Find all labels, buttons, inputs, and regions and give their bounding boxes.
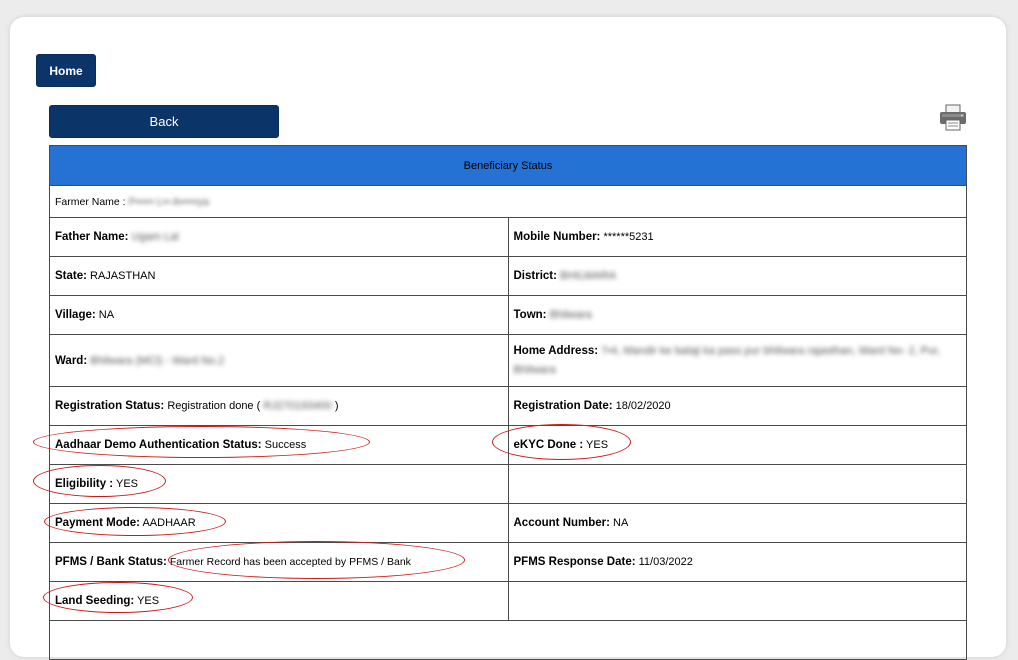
father-name-cell: Father Name: Ugam Lal bbox=[49, 217, 509, 257]
state-cell: State: RAJASTHAN bbox=[49, 256, 509, 296]
beneficiary-status-table: Beneficiary Status Farmer Name : P••••• … bbox=[49, 145, 967, 660]
registration-id-value: RJ270193400 bbox=[263, 400, 332, 412]
eligibility-label: Eligibility : bbox=[55, 478, 114, 490]
table-row: State: RAJASTHAN District: BHILWARA bbox=[49, 256, 967, 296]
table-row: Aadhaar Demo Authentication Status: Succ… bbox=[49, 425, 967, 465]
empty-cell bbox=[49, 620, 967, 660]
village-value: NA bbox=[98, 309, 115, 321]
ward-label: Ward: bbox=[55, 354, 88, 367]
payment-mode-label: Payment Mode: bbox=[55, 517, 140, 529]
empty-cell bbox=[507, 464, 967, 504]
table-title: Beneficiary Status bbox=[49, 145, 967, 186]
table-row bbox=[49, 620, 967, 660]
pfms-date-label: PFMS Response Date: bbox=[513, 556, 636, 568]
table-row: Registration Status: Registration done (… bbox=[49, 386, 967, 426]
table-header-row: Beneficiary Status bbox=[49, 145, 967, 186]
state-value: RAJASTHAN bbox=[90, 270, 156, 282]
mobile-number-cell: Mobile Number: ******5231 bbox=[507, 217, 967, 257]
account-number-value: NA bbox=[613, 517, 629, 529]
table-row: Father Name: Ugam Lal Mobile Number: ***… bbox=[49, 217, 967, 257]
table-row: PFMS / Bank Status: Farmer Record has be… bbox=[49, 542, 967, 582]
land-seeding-label: Land Seeding: bbox=[55, 595, 135, 607]
farmer-name-label: Farmer Name : bbox=[55, 195, 126, 208]
eligibility-cell: Eligibility : YES bbox=[49, 464, 509, 504]
town-label: Town: bbox=[513, 309, 547, 321]
ekyc-value: YES bbox=[586, 439, 609, 451]
land-seeding-cell: Land Seeding: YES bbox=[49, 581, 509, 621]
district-label: District: bbox=[513, 270, 557, 282]
district-cell: District: BHILWARA bbox=[507, 256, 967, 296]
ward-value: Bhilwara (MCl) - Ward No.2 bbox=[90, 354, 225, 367]
home-address-label: Home Address: bbox=[513, 344, 599, 357]
empty-cell bbox=[507, 581, 967, 621]
mobile-number-label: Mobile Number: bbox=[513, 231, 601, 243]
farmer-name-cell: Farmer Name : P••••• L•• A•••••ya bbox=[49, 185, 967, 218]
registration-date-cell: Registration Date: 18/02/2020 bbox=[507, 386, 967, 426]
ward-cell: Ward: Bhilwara (MCl) - Ward No.2 bbox=[49, 334, 509, 387]
printer-icon[interactable] bbox=[938, 104, 968, 132]
father-name-label: Father Name: bbox=[55, 231, 129, 243]
pfms-status-cell: PFMS / Bank Status: Farmer Record has be… bbox=[49, 542, 509, 582]
home-address-cell: Home Address: 7•4, Mandir ke balaji ka p… bbox=[507, 334, 967, 387]
mobile-number-value: ******5231 bbox=[603, 231, 654, 243]
table-row: Land Seeding: YES bbox=[49, 581, 967, 621]
account-number-cell: Account Number: NA bbox=[507, 503, 967, 543]
district-value: BHILWARA bbox=[560, 270, 617, 282]
registration-status-value: Registration done ( bbox=[167, 400, 261, 412]
back-button[interactable]: Back bbox=[49, 105, 279, 138]
pfms-status-value: Farmer Record has been accepted by PFMS … bbox=[169, 556, 411, 568]
payment-mode-value: AADHAAR bbox=[142, 517, 196, 529]
table-row: Eligibility : YES bbox=[49, 464, 967, 504]
ekyc-label: eKYC Done : bbox=[513, 439, 584, 451]
registration-status-label: Registration Status: bbox=[55, 400, 165, 412]
aadhaar-auth-cell: Aadhaar Demo Authentication Status: Succ… bbox=[49, 425, 509, 465]
pfms-status-label: PFMS / Bank Status: bbox=[55, 556, 167, 568]
payment-mode-cell: Payment Mode: AADHAAR bbox=[49, 503, 509, 543]
registration-status-close: ) bbox=[334, 400, 339, 412]
farmer-name-value: P••••• L•• A•••••ya bbox=[128, 195, 209, 208]
table-row: Ward: Bhilwara (MCl) - Ward No.2 Home Ad… bbox=[49, 334, 967, 387]
registration-date-label: Registration Date: bbox=[513, 400, 613, 412]
land-seeding-value: YES bbox=[137, 595, 160, 607]
state-label: State: bbox=[55, 270, 87, 282]
town-value: Bhilwara bbox=[549, 309, 592, 321]
account-number-label: Account Number: bbox=[513, 517, 610, 529]
ekyc-cell: eKYC Done : YES bbox=[507, 425, 967, 465]
table-row: Farmer Name : P••••• L•• A•••••ya bbox=[49, 185, 967, 218]
village-label: Village: bbox=[55, 309, 96, 321]
table-row: Payment Mode: AADHAAR Account Number: NA bbox=[49, 503, 967, 543]
registration-date-value: 18/02/2020 bbox=[615, 400, 671, 412]
home-button[interactable]: Home bbox=[36, 54, 96, 87]
aadhaar-auth-label: Aadhaar Demo Authentication Status: bbox=[55, 439, 262, 451]
father-name-value: Ugam Lal bbox=[131, 231, 179, 243]
town-cell: Town: Bhilwara bbox=[507, 295, 967, 335]
eligibility-value: YES bbox=[116, 478, 139, 490]
aadhaar-auth-value: Success bbox=[264, 439, 307, 451]
registration-status-cell: Registration Status: Registration done (… bbox=[49, 386, 509, 426]
table-row: Village: NA Town: Bhilwara bbox=[49, 295, 967, 335]
pfms-date-value: 11/03/2022 bbox=[638, 556, 693, 568]
pfms-date-cell: PFMS Response Date: 11/03/2022 bbox=[507, 542, 967, 582]
village-cell: Village: NA bbox=[49, 295, 509, 335]
